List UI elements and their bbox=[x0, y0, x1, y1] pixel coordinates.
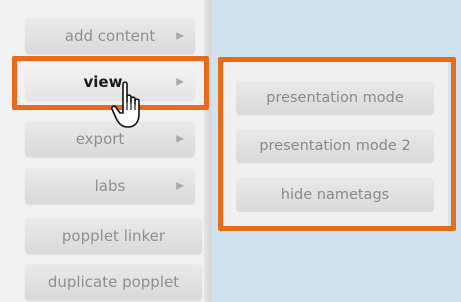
sidebar-item-label: duplicate popplet bbox=[47, 273, 180, 291]
sidebar-item-add-content[interactable]: add content ▶ bbox=[25, 18, 195, 54]
sidebar-item-label: labs bbox=[94, 177, 126, 195]
sidebar-menu: add content ▶ view ▶ export ▶ labs ▶ pop… bbox=[0, 0, 211, 302]
sidebar-item-popplet-linker[interactable]: popplet linker bbox=[25, 218, 202, 254]
sidebar-item-label: export bbox=[75, 130, 125, 148]
sidebar-item-label: add content bbox=[64, 27, 156, 45]
sidebar-item-label: popplet linker bbox=[61, 227, 166, 245]
triangle-right-icon: ▶ bbox=[176, 30, 184, 42]
sidebar-edge bbox=[204, 0, 211, 302]
triangle-right-icon: ▶ bbox=[176, 180, 184, 192]
triangle-right-icon: ▶ bbox=[176, 133, 184, 145]
submenu-highlight-box bbox=[218, 57, 456, 231]
sidebar-item-labs[interactable]: labs ▶ bbox=[25, 168, 195, 204]
hand-pointer-icon bbox=[111, 81, 140, 128]
sidebar-item-duplicate-popplet[interactable]: duplicate popplet bbox=[25, 264, 202, 300]
